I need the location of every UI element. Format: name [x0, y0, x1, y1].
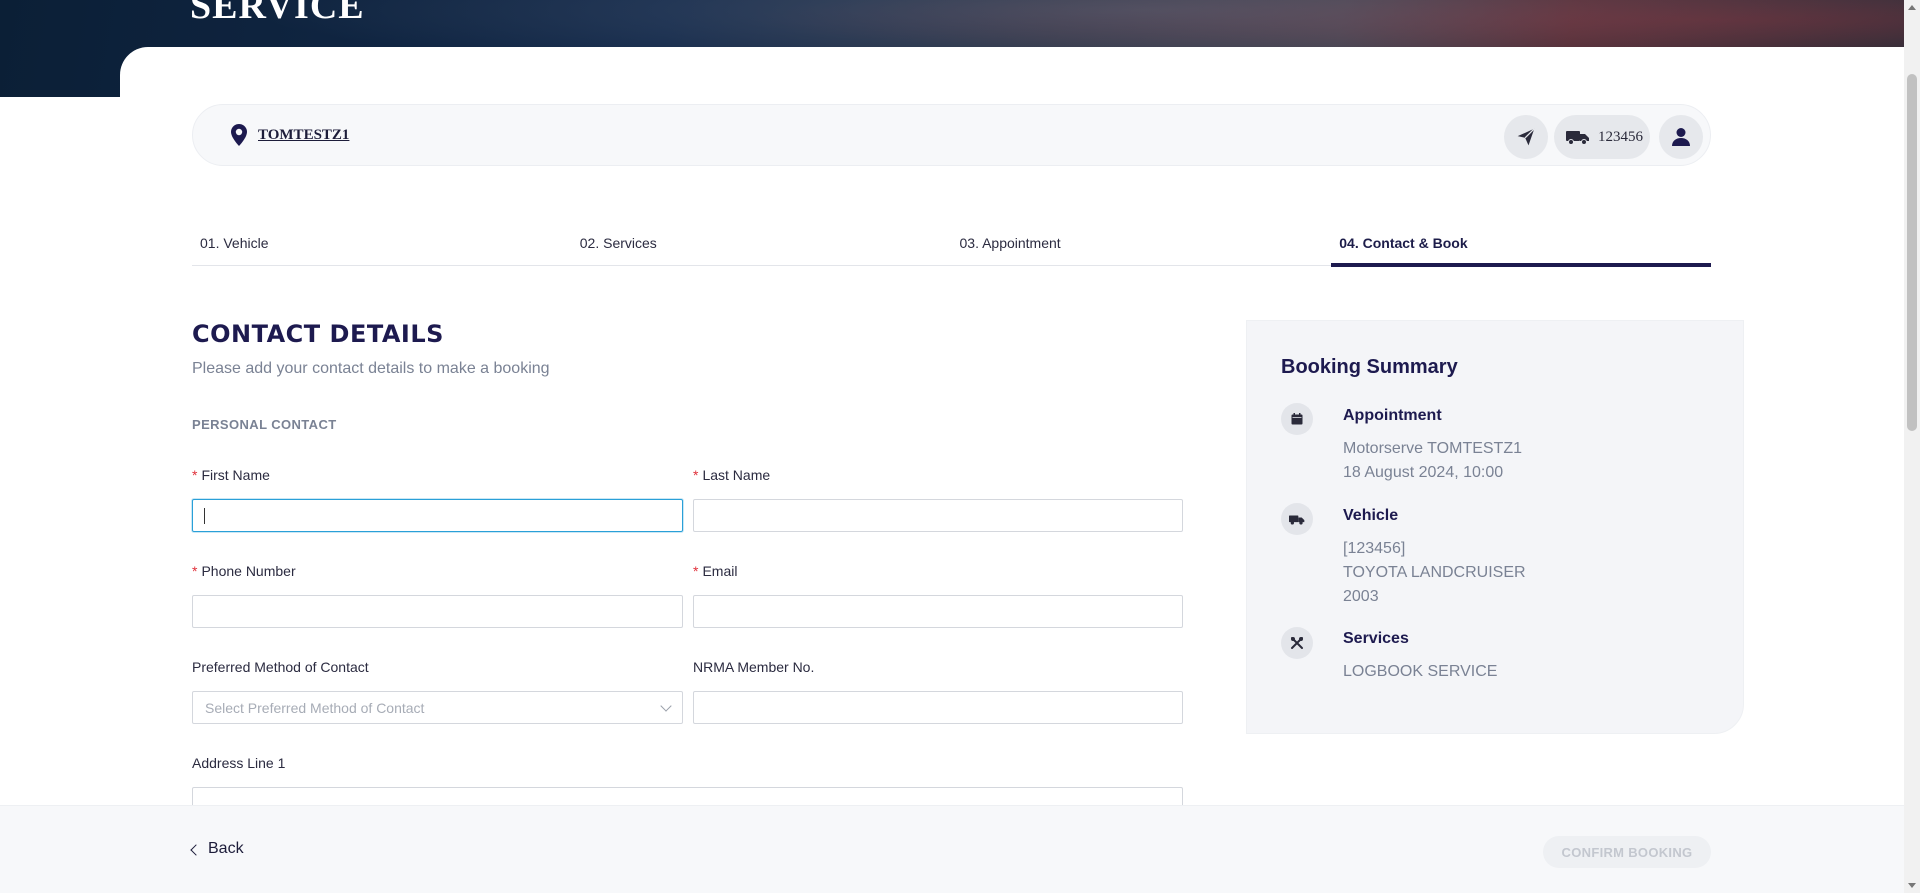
address1-label: Address Line 1 — [192, 755, 286, 771]
user-icon — [1672, 128, 1690, 146]
location-bar: TOMTESTZ1 123456 — [192, 104, 1711, 166]
section-heading: PERSONAL CONTACT — [192, 417, 337, 432]
scrollbar[interactable] — [1904, 0, 1920, 893]
appointment-location: Motorserve TOMTESTZ1 — [1343, 440, 1522, 457]
location-link[interactable]: TOMTESTZ1 — [258, 127, 349, 144]
chevron-down-icon — [660, 700, 672, 712]
appointment-datetime: 18 August 2024, 10:00 — [1343, 464, 1504, 481]
tab-appointment[interactable]: 03. Appointment — [952, 228, 1332, 265]
vehicle-model: TOYOTA LANDCRUISER — [1343, 564, 1526, 581]
required-mark: * — [693, 563, 699, 579]
email-label: * Email — [693, 563, 738, 579]
phone-label: * Phone Number — [192, 563, 296, 579]
scroll-up-icon[interactable] — [1908, 5, 1916, 10]
services-heading: Services — [1343, 630, 1409, 647]
email-field[interactable] — [693, 595, 1183, 628]
nrma-field[interactable] — [693, 691, 1183, 724]
location-pin-icon — [231, 124, 247, 146]
tab-vehicle[interactable]: 01. Vehicle — [192, 228, 572, 265]
contact-method-label: Preferred Method of Contact — [192, 659, 369, 675]
select-placeholder: Select Preferred Method of Contact — [205, 700, 425, 716]
truck-icon — [1281, 503, 1313, 535]
send-button[interactable] — [1504, 115, 1548, 159]
paper-plane-icon — [1517, 128, 1535, 146]
back-button[interactable]: Back — [190, 840, 244, 858]
required-mark: * — [192, 563, 198, 579]
page-title: CONTACT DETAILS — [192, 320, 444, 348]
booking-summary: Booking Summary Appointment Motorserve T… — [1246, 320, 1744, 734]
vehicle-year: 2003 — [1343, 588, 1379, 605]
footer-bar: Back CONFIRM BOOKING — [0, 805, 1904, 893]
account-button[interactable] — [1659, 115, 1703, 159]
truck-icon — [1566, 131, 1589, 145]
vehicle-id-line: [123456] — [1343, 540, 1406, 557]
appointment-heading: Appointment — [1343, 407, 1442, 424]
first-name-label: * First Name — [192, 467, 270, 483]
confirm-booking-button[interactable]: CONFIRM BOOKING — [1543, 836, 1711, 868]
chevron-left-icon — [190, 843, 202, 856]
scroll-down-icon[interactable] — [1908, 883, 1916, 888]
step-tabs: 01. Vehicle 02. Services 03. Appointment… — [192, 228, 1711, 267]
contact-method-select[interactable]: Select Preferred Method of Contact — [192, 691, 683, 724]
back-label: Back — [208, 840, 244, 857]
first-name-field[interactable] — [192, 499, 683, 532]
hero-title: SERVICE — [190, 0, 365, 27]
vehicle-id: 123456 — [1598, 128, 1643, 145]
tools-icon — [1281, 627, 1313, 659]
phone-field[interactable] — [192, 595, 683, 628]
summary-title: Booking Summary — [1281, 356, 1458, 378]
tab-services[interactable]: 02. Services — [572, 228, 952, 265]
text-caret — [204, 508, 205, 524]
tab-contact-book[interactable]: 04. Contact & Book — [1331, 228, 1711, 267]
vehicle-heading: Vehicle — [1343, 507, 1399, 524]
calendar-icon — [1281, 403, 1313, 435]
services-line: LOGBOOK SERVICE — [1343, 663, 1498, 680]
required-mark: * — [192, 467, 198, 483]
last-name-field[interactable] — [693, 499, 1183, 532]
scrollbar-thumb[interactable] — [1907, 74, 1917, 431]
vehicle-button[interactable]: 123456 — [1554, 115, 1650, 159]
page-subtitle: Please add your contact details to make … — [192, 360, 550, 377]
required-mark: * — [693, 467, 699, 483]
nrma-label: NRMA Member No. — [693, 659, 815, 675]
last-name-label: * Last Name — [693, 467, 771, 483]
